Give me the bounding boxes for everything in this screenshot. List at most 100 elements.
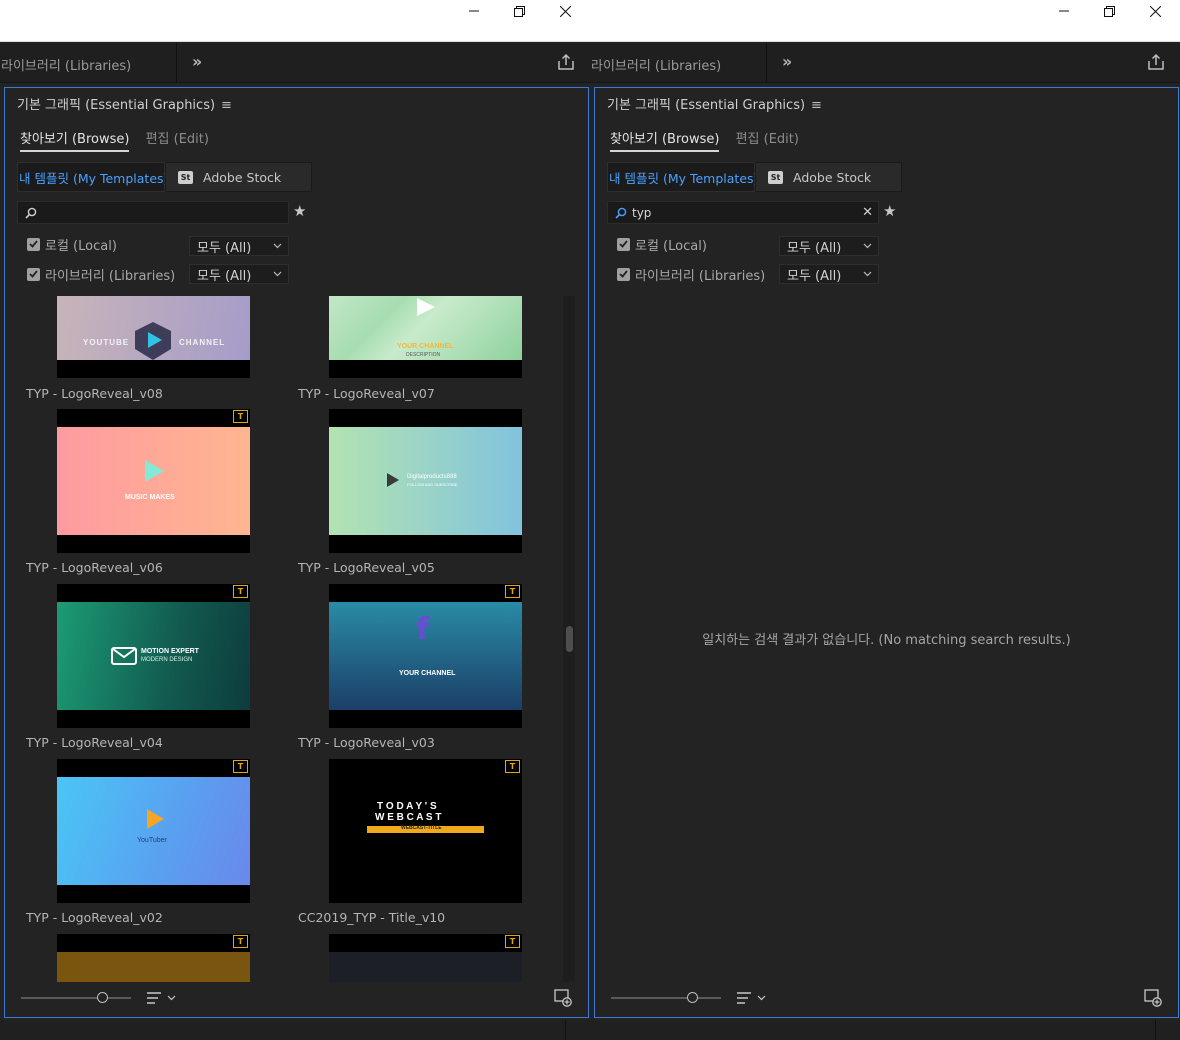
libraries-filter-dropdown[interactable]: 모두 (All) [189, 264, 289, 284]
favorites-star-icon[interactable]: ★ [883, 202, 896, 220]
filter-libraries[interactable]: 라이브러리 (Libraries) [617, 263, 765, 285]
template-thumbnail[interactable]: T f YOUR CHANNEL [329, 584, 522, 728]
play-badge-icon [135, 322, 171, 360]
tab-adobe-stock[interactable]: St Adobe Stock [755, 162, 902, 192]
template-thumbnail[interactable]: YOUTUBE CHANNEL [57, 296, 250, 378]
template-thumbnail[interactable]: T MUSIC MAKES [57, 409, 250, 553]
play-icon [387, 473, 399, 487]
thumbnail-text: MUSIC MAKES [125, 494, 175, 501]
thumbnail-text: Digitalproducts888 [407, 474, 457, 480]
template-name: TYP - LogoReveal_v02 [26, 910, 163, 925]
thumbnail-text: FOLLOW AND SUBSCRIBE [407, 482, 458, 487]
dropdown-value: 모두 (All) [787, 268, 842, 284]
grid-scrollbar[interactable] [563, 296, 575, 982]
panel-menu-icon[interactable]: ≡ [221, 98, 232, 113]
checkbox-checked-icon[interactable] [27, 267, 40, 281]
right-tab-bar: 라이브러리 (Libraries) ›› [590, 43, 1180, 83]
new-item-icon[interactable] [1144, 989, 1162, 1007]
thumbnail-text: MOTION EXPERT [141, 648, 199, 655]
thumbnail-text: YOUTUBE [83, 338, 130, 347]
filter-local[interactable]: 로컬 (Local) [27, 233, 117, 255]
minimize-button-right[interactable] [1041, 0, 1087, 22]
search-field[interactable] [17, 201, 289, 224]
tab-my-templates[interactable]: 내 템플릿 (My Templates) [607, 162, 758, 192]
local-filter-dropdown[interactable]: 모두 (All) [779, 236, 879, 256]
adobe-stock-icon: St [768, 170, 783, 184]
share-icon[interactable] [1147, 53, 1165, 71]
libraries-filter-dropdown[interactable]: 모두 (All) [779, 264, 879, 284]
close-button-right[interactable] [1132, 0, 1178, 22]
new-item-icon[interactable] [554, 989, 572, 1007]
template-thumbnail[interactable]: T YouTuber [57, 759, 250, 903]
sort-menu-icon[interactable] [737, 991, 769, 1005]
template-thumbnail[interactable]: T MOTION EXPERT MODERN DESIGN [57, 584, 250, 728]
sort-menu-icon[interactable] [147, 991, 179, 1005]
adobe-stock-icon: St [178, 170, 193, 184]
thumbnail-size-slider[interactable] [611, 997, 721, 999]
checkbox-checked-icon[interactable] [617, 237, 630, 251]
overflow-chevron-icon[interactable]: ›› [782, 52, 792, 71]
restore-icon [1103, 5, 1115, 17]
slider-handle[interactable] [97, 992, 108, 1003]
essential-graphics-panel-right: 기본 그래픽 (Essential Graphics) ≡ 찾아보기 (Brows… [594, 87, 1179, 1018]
template-thumbnail[interactable]: YOUR CHANNEL DESCRIPTION [329, 296, 522, 378]
adobe-stock-label: Adobe Stock [203, 169, 282, 185]
template-thumbnail[interactable]: T T O D A Y ' S W E B C A S T WEBCAST-TI… [329, 759, 522, 903]
restore-button[interactable] [496, 0, 542, 22]
play-icon [147, 809, 164, 829]
local-filter-dropdown[interactable]: 모두 (All) [189, 236, 289, 256]
essential-graphics-panel-left: 기본 그래픽 (Essential Graphics) ≡ 찾아보기 (Brows… [4, 87, 589, 1018]
scrollbar-thumb[interactable] [566, 626, 573, 652]
checkbox-checked-icon[interactable] [27, 237, 40, 251]
filter-libraries[interactable]: 라이브러리 (Libraries) [27, 263, 175, 285]
tab-my-templates[interactable]: 내 템플릿 (My Templates) [17, 162, 168, 192]
template-grid: YOUTUBE CHANNEL TYP - LogoReveal_v08 YOU… [5, 296, 575, 982]
overflow-chevron-icon[interactable]: ›› [192, 52, 202, 71]
tab-edit[interactable]: 편집 (Edit) [146, 128, 209, 150]
adobe-stock-label: Adobe Stock [793, 169, 872, 185]
checkbox-checked-icon[interactable] [617, 267, 630, 281]
clear-search-icon[interactable]: ✕ [862, 205, 873, 220]
panel-footer [595, 981, 1178, 1017]
filter-local[interactable]: 로컬 (Local) [617, 233, 707, 255]
panel-menu-icon[interactable]: ≡ [811, 98, 822, 113]
thumbnail-image: Digitalproducts888 FOLLOW AND SUBSCRIBE [329, 427, 522, 535]
slider-handle[interactable] [687, 992, 698, 1003]
filter-label: 라이브러리 (Libraries) [635, 268, 766, 284]
template-thumbnail[interactable]: T [57, 934, 250, 982]
panel-title: 기본 그래픽 (Essential Graphics) ≡ [17, 94, 232, 113]
tab-adobe-stock[interactable]: St Adobe Stock [165, 162, 312, 192]
filter-label: 로컬 (Local) [635, 238, 707, 254]
tab-edit[interactable]: 편집 (Edit) [736, 128, 799, 150]
share-icon[interactable] [557, 53, 575, 71]
template-name: TYP - LogoReveal_v03 [298, 735, 435, 750]
thumbnail-image: YouTuber [57, 777, 250, 885]
favorites-star-icon[interactable]: ★ [293, 202, 306, 220]
thumbnail-size-slider[interactable] [21, 997, 131, 999]
template-name: TYP - LogoReveal_v07 [298, 386, 435, 401]
libraries-tab[interactable]: 라이브러리 (Libraries) [1, 55, 131, 74]
dropdown-value: 모두 (All) [787, 240, 842, 256]
thumbnail-image: f YOUR CHANNEL [329, 602, 522, 710]
minimize-button[interactable] [451, 0, 497, 22]
template-thumbnail[interactable]: T [329, 934, 522, 982]
search-field[interactable]: ✕ [607, 201, 879, 224]
text-template-badge-icon: T [233, 585, 248, 598]
tab-browse[interactable]: 찾아보기 (Browse) [20, 128, 130, 152]
libraries-tab-right[interactable]: 라이브러리 (Libraries) [591, 55, 721, 74]
close-icon [559, 5, 571, 17]
search-input[interactable] [632, 205, 842, 220]
thumbnail-image: T O D A Y ' S W E B C A S T WEBCAST-TITL… [329, 777, 522, 885]
text-template-badge-icon: T [505, 760, 520, 773]
filter-label: 라이브러리 (Libraries) [45, 268, 176, 284]
search-icon [25, 207, 37, 219]
close-button[interactable] [542, 0, 588, 22]
panel-title-text: 기본 그래픽 (Essential Graphics) [607, 98, 806, 113]
close-icon [1149, 5, 1161, 17]
restore-button-right[interactable] [1086, 0, 1132, 22]
template-thumbnail[interactable]: Digitalproducts888 FOLLOW AND SUBSCRIBE [329, 409, 522, 553]
thumbnail-image: YOUR CHANNEL DESCRIPTION [329, 296, 522, 360]
search-input[interactable] [42, 205, 252, 220]
tab-browse[interactable]: 찾아보기 (Browse) [610, 128, 720, 152]
thumbnail-text: YouTuber [137, 837, 167, 844]
